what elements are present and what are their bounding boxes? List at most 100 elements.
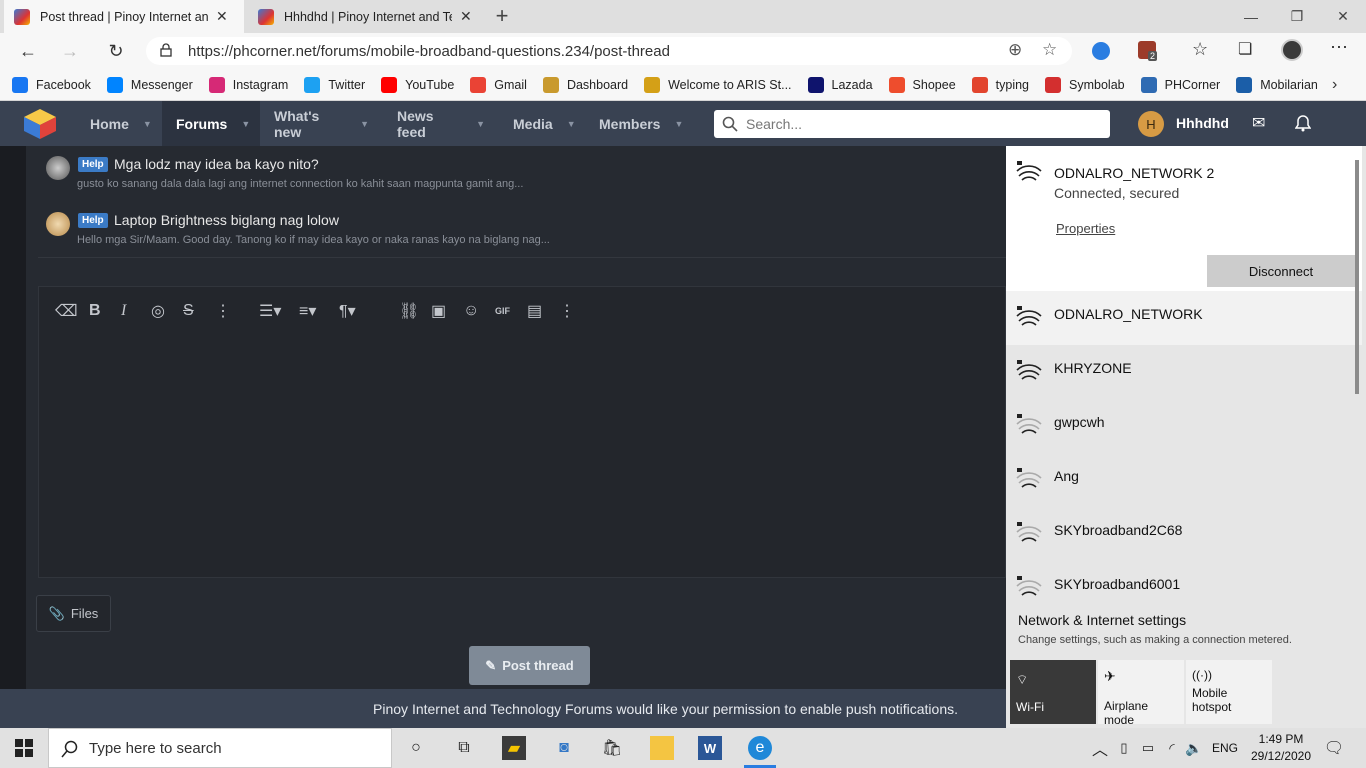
bookmark-item[interactable]: Instagram — [208, 76, 288, 93]
more-options-icon[interactable]: ⋮ — [559, 301, 575, 321]
network-tray-icon[interactable]: ◜ — [1160, 736, 1184, 760]
bell-icon[interactable] — [1295, 115, 1311, 132]
wifi-network-item[interactable]: KHRYZONE — [1006, 345, 1362, 399]
system-clock[interactable]: 1:49 PM 29/12/2020 — [1246, 731, 1316, 765]
more-formatting-icon[interactable]: ⋮ — [215, 301, 231, 321]
word-icon[interactable]: W — [698, 736, 722, 760]
push-notification-bar[interactable]: Pinoy Internet and Technology Forums wou… — [0, 689, 1006, 728]
restore-icon[interactable]: ❐ — [1274, 0, 1320, 33]
phone-link-icon[interactable]: ▯ — [1112, 736, 1136, 760]
input-language[interactable]: ENG — [1212, 741, 1238, 755]
bookmark-item[interactable]: PHCorner — [1140, 76, 1220, 93]
bookmark-item[interactable]: Mobilarian — [1236, 76, 1318, 93]
wifi-network-item[interactable]: gwpcwh — [1006, 399, 1362, 453]
nav-dropdown-chevron-icon[interactable]: ▼ — [674, 119, 683, 129]
airplane-mode-quick-action[interactable]: ✈ Airplane mode — [1098, 660, 1184, 727]
bold-icon[interactable]: B — [89, 301, 101, 321]
favorite-star-icon[interactable]: ☆ — [1042, 40, 1057, 60]
bookmark-item[interactable]: Symbolab — [1045, 76, 1125, 93]
start-button[interactable] — [0, 728, 48, 768]
task-view-icon[interactable]: ⧉ — [452, 736, 476, 760]
add-icon[interactable]: ⊕ — [1008, 40, 1022, 60]
link-icon[interactable]: ⛓ — [399, 301, 419, 321]
bookmark-item[interactable]: YouTube — [381, 76, 454, 93]
nav-item[interactable]: What's new ▼ — [260, 101, 383, 146]
wifi-quick-action[interactable]: ⌔ Wi-Fi — [1010, 660, 1096, 724]
connected-network[interactable]: ODNALRO_NETWORK 2 Connected, secured Pro… — [1006, 146, 1362, 291]
close-window-icon[interactable]: ✕ — [1320, 0, 1366, 33]
nav-dropdown-chevron-icon[interactable]: ▼ — [360, 119, 369, 129]
bookmark-item[interactable]: Facebook — [12, 76, 91, 93]
nav-dropdown-chevron-icon[interactable]: ▼ — [143, 119, 152, 129]
disconnect-button[interactable]: Disconnect — [1207, 255, 1355, 287]
wifi-network-item[interactable]: ODNALRO_NETWORK — [1006, 291, 1362, 345]
camera-icon[interactable]: ◙ — [552, 736, 576, 760]
wifi-network-item[interactable]: SKYbroadband6001 — [1006, 561, 1362, 615]
eraser-icon[interactable]: ⌫ — [55, 301, 78, 321]
attach-files-button[interactable]: 📎 Files — [36, 595, 111, 632]
bookmarks-overflow-chevron-icon[interactable]: › — [1332, 76, 1337, 94]
nav-item[interactable]: Media ▼ — [499, 101, 585, 146]
nav-item[interactable]: Home ▼ — [76, 101, 160, 146]
palette-icon[interactable]: ◎ — [151, 301, 165, 321]
properties-link[interactable]: Properties — [1056, 221, 1115, 236]
url-bar[interactable]: https://phcorner.net/forums/mobile-broad… — [146, 37, 1072, 65]
thread-editor[interactable]: ⌫ B I ◎ S ⋮ ☰▾ ≡▾ ¶▾ ⛓ ▣ ☺ GIF ▤ ⋮ — [38, 286, 1006, 578]
profile-avatar[interactable] — [1281, 39, 1303, 61]
media-icon[interactable]: ▤ — [527, 301, 542, 321]
sticky-notes-icon[interactable]: ▰ — [502, 736, 526, 760]
nav-item[interactable]: Members ▼ — [585, 101, 701, 146]
strikethrough-icon[interactable]: S — [183, 301, 194, 321]
collections-icon[interactable]: ❏ — [1238, 39, 1252, 59]
file-explorer-icon[interactable] — [650, 736, 674, 760]
new-tab-icon[interactable]: + — [490, 3, 514, 28]
align-icon[interactable]: ≡▾ — [299, 301, 316, 321]
show-hidden-icons-chevron-icon[interactable]: ︿ — [1088, 736, 1112, 760]
notifications-icon[interactable]: 🗨 — [1322, 736, 1346, 760]
gif-icon[interactable]: GIF — [495, 301, 510, 321]
nav-item[interactable]: News feed ▼ — [383, 101, 499, 146]
bookmark-item[interactable]: Welcome to ARIS St... — [644, 76, 792, 93]
nav-item[interactable]: Forums ▼ — [162, 101, 260, 146]
tab-hhhdhd[interactable]: Hhhdhd | Pinoy Internet and Tec ✕ — [248, 0, 488, 33]
favorites-icon[interactable]: ☆ — [1192, 39, 1208, 60]
inbox-icon[interactable]: ✉ — [1252, 113, 1265, 133]
close-tab-icon[interactable]: ✕ — [460, 8, 472, 25]
volume-icon[interactable]: 🔈 — [1182, 736, 1206, 760]
bookmark-item[interactable]: Dashboard — [542, 76, 628, 93]
tab-post-thread[interactable]: Post thread | Pinoy Internet and ✕ — [4, 0, 244, 33]
user-avatar[interactable]: H — [1138, 111, 1164, 137]
close-tab-icon[interactable]: ✕ — [216, 8, 228, 25]
bookmark-item[interactable]: Messenger — [106, 76, 193, 93]
bookmark-item[interactable]: Gmail — [470, 76, 527, 93]
phcorner-logo[interactable] — [22, 107, 58, 141]
store-icon[interactable]: 🛍 — [600, 736, 624, 760]
wifi-network-item[interactable]: Ang — [1006, 453, 1362, 507]
post-thread-button[interactable]: ✎ Post thread — [469, 646, 590, 685]
image-icon[interactable]: ▣ — [431, 301, 446, 321]
more-menu-icon[interactable]: ⋯ — [1330, 37, 1348, 58]
refresh-icon[interactable]: ↻ — [98, 33, 134, 69]
nav-dropdown-chevron-icon[interactable]: ▼ — [567, 119, 576, 129]
thread-title[interactable]: Mga lodz may idea ba kayo nito? — [114, 156, 319, 172]
forward-icon[interactable]: → — [52, 33, 88, 69]
minimize-icon[interactable]: — — [1228, 0, 1274, 33]
bookmark-item[interactable]: typing — [971, 76, 1029, 93]
italic-icon[interactable]: I — [121, 301, 126, 321]
smiley-icon[interactable]: ☺ — [463, 301, 479, 321]
nav-dropdown-chevron-icon[interactable]: ▼ — [241, 119, 250, 129]
wifi-network-item[interactable]: SKYbroadband2C68 — [1006, 507, 1362, 561]
list-icon[interactable]: ☰▾ — [259, 301, 281, 321]
thread-title[interactable]: Laptop Brightness biglang nag lolow — [114, 212, 339, 228]
flyout-scrollbar[interactable] — [1355, 160, 1359, 394]
paragraph-icon[interactable]: ¶▾ — [339, 301, 356, 321]
bookmark-item[interactable]: Lazada — [807, 76, 873, 93]
back-icon[interactable]: ← — [10, 33, 46, 69]
bookmark-item[interactable]: Shopee — [888, 76, 956, 93]
site-search-input[interactable]: Search... — [714, 110, 1110, 138]
edge-icon[interactable]: e — [748, 736, 772, 760]
mobile-hotspot-quick-action[interactable]: ((·)) Mobile hotspot — [1186, 660, 1272, 724]
cortana-icon[interactable]: ○ — [404, 736, 428, 760]
battery-icon[interactable]: ▭ — [1136, 736, 1160, 760]
nav-dropdown-chevron-icon[interactable]: ▼ — [476, 119, 485, 129]
